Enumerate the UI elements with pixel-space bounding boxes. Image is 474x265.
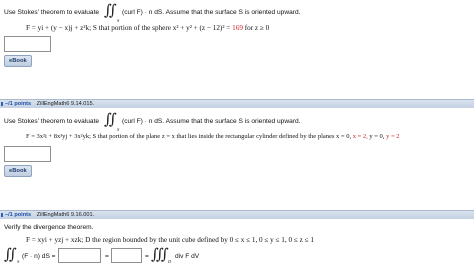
q1-intro: Use Stokes' theorem to evaluate (4, 9, 100, 16)
q3-points-link[interactable]: –/1 points (5, 212, 31, 218)
q2-points-link[interactable]: –/1 points (5, 101, 31, 107)
surface-integral-icon: ∬ (4, 245, 17, 263)
q3-volume-sub: D (168, 259, 172, 264)
q3-marker-icon (1, 213, 3, 217)
q3-header-bar: –/1 points ZillEngMath6 9.16.001. (0, 210, 474, 219)
q1-answer-input[interactable] (4, 36, 51, 52)
q2-field-line: F = 3x²i + 8x³yj + 3x²yk; S that portion… (26, 133, 399, 140)
q3-equals-2: = (145, 253, 149, 260)
q3-middle-answer-input[interactable] (111, 248, 142, 263)
q3-volume-integrand: div F dV (175, 253, 200, 260)
q3-surface-integrand: (F · n) dS = (22, 253, 56, 260)
q1-field-red-value: 169 (232, 24, 243, 32)
q2-marker-icon (1, 102, 3, 106)
q2-field-text: F = 3x²i + 8x³yj + 3x²yk; S that portion… (26, 133, 352, 140)
q1-integral-sub: S (117, 18, 120, 23)
q3-equals: = (105, 253, 109, 260)
q3-field-line: F = xyi + yzj + xzk; D the region bounde… (26, 236, 314, 244)
q3-reference: ZillEngMath6 9.16.001. (36, 212, 95, 218)
q2-y0: y = 0, (369, 133, 385, 140)
q2-integrand: (curl F) · n dS. Assume that the surface… (122, 118, 301, 125)
q1-field-line: F = yi + (y − x)j + z²k; S that portion … (26, 24, 269, 32)
q1-field-tail: for z ≥ 0 (244, 24, 270, 32)
surface-integral-icon: ∬ (104, 110, 117, 128)
q3-intro: Verify the divergence theorem. (4, 224, 94, 231)
q2-y-red: y = 2 (386, 133, 400, 140)
surface-integral-icon: ∬ (104, 1, 117, 19)
q3-surface-sub: S (17, 259, 20, 264)
q2-x-red: x = 2, (352, 133, 368, 140)
q1-ebook-button[interactable]: eBook (4, 55, 32, 67)
q3-surface-answer-input[interactable] (58, 248, 101, 263)
q1-integrand: (curl F) · n dS. Assume that the surface… (122, 9, 301, 16)
q1-field-text: F = yi + (y − x)j + z²k; S that portion … (26, 24, 231, 32)
q2-reference: ZillEngMath6 9.14.015. (36, 101, 95, 107)
q2-answer-input[interactable] (4, 146, 51, 162)
q2-intro: Use Stokes' theorem to evaluate (4, 118, 100, 125)
q2-header-bar: –/1 points ZillEngMath6 9.14.015. (0, 99, 474, 108)
volume-integral-icon: ∭ (151, 245, 169, 263)
q2-integral-sub: S (117, 127, 120, 132)
q2-ebook-button[interactable]: eBook (4, 165, 32, 177)
